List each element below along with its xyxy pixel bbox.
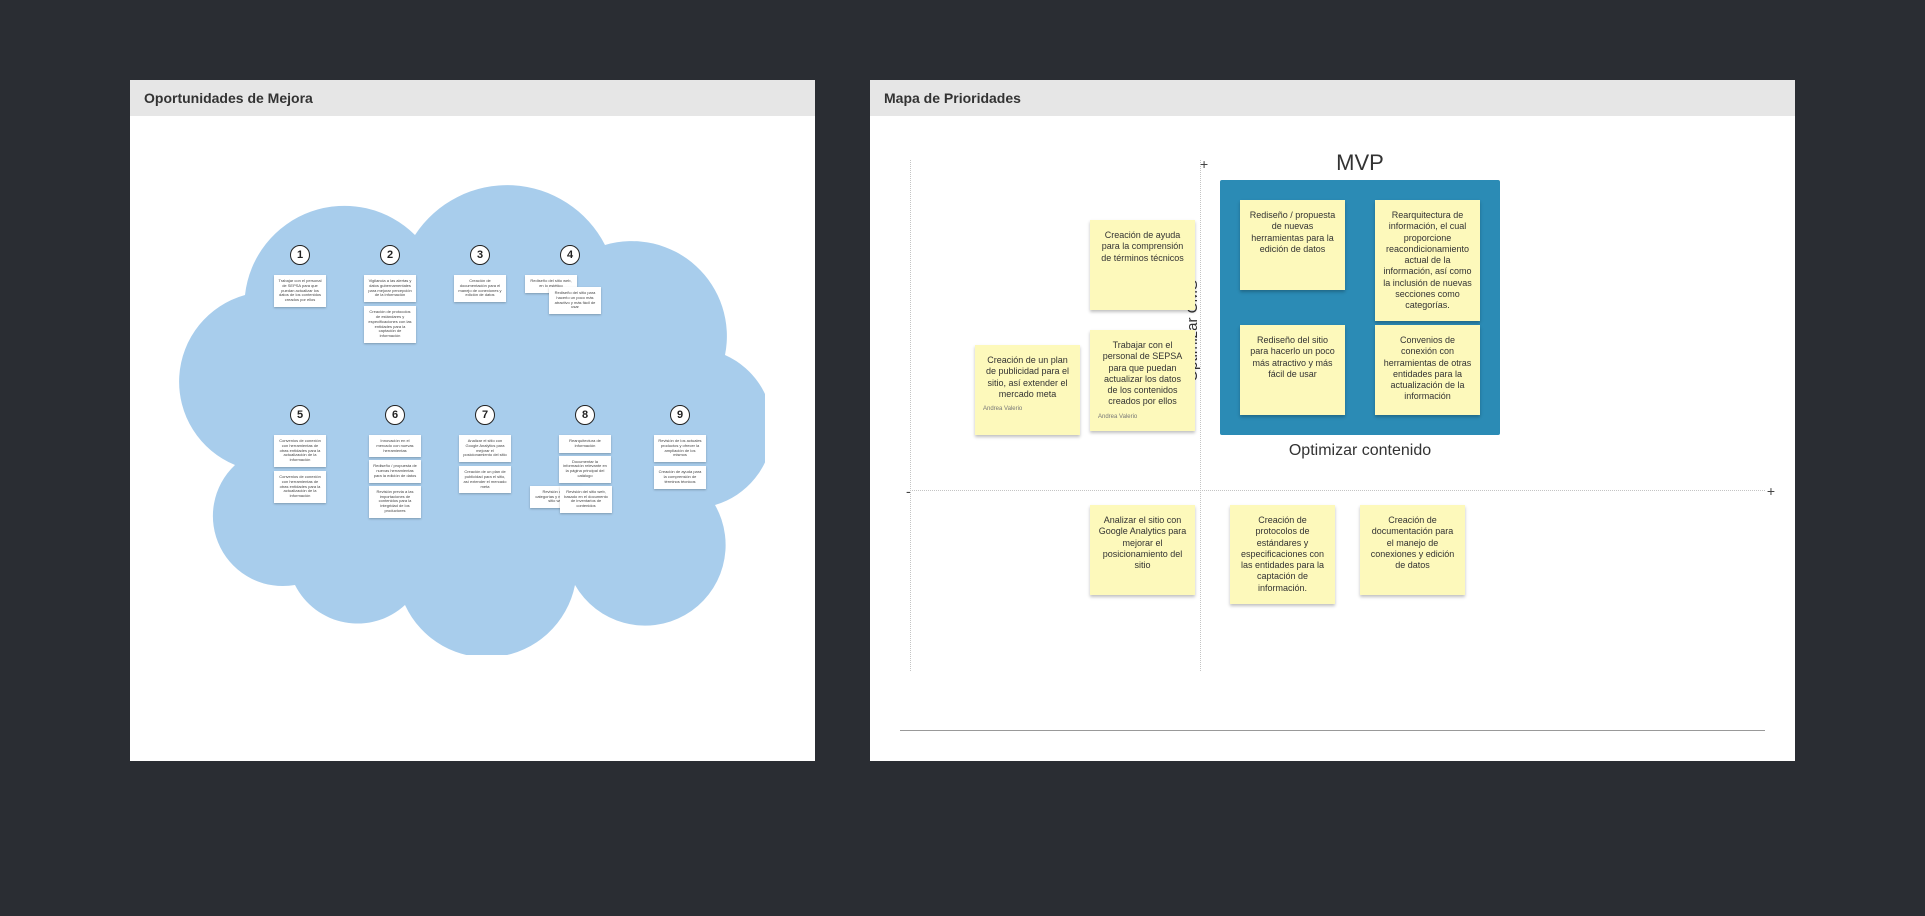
sticky-plan[interactable]: Creación de un plan de publicidad para e… xyxy=(975,345,1080,435)
group-number: 5 xyxy=(290,405,310,425)
cloud-diagram: 1 Trabajar con el personal de SEPSA para… xyxy=(175,165,765,655)
sticky-doc[interactable]: Creación de documentación para el manejo… xyxy=(1360,505,1465,595)
note-card[interactable]: Creación de un plan de publicidad para e… xyxy=(459,466,511,493)
group-9[interactable]: 9 Revisión de los actuales productos y o… xyxy=(635,405,725,489)
sticky-author: Andrea Valerio xyxy=(1098,414,1187,422)
note-card[interactable]: Trabajar con el personal de SEPSA para q… xyxy=(274,275,326,307)
panel-opportunities-title: Oportunidades de Mejora xyxy=(130,80,815,116)
note-card[interactable]: Revisión de los actuales productos y ofr… xyxy=(654,435,706,462)
note-card[interactable]: Innovación en el mercado con nuevas herr… xyxy=(369,435,421,457)
note-card[interactable]: Documentar la información relevante en l… xyxy=(559,456,611,483)
sticky-text: Rearquitectura de información, el cual p… xyxy=(1383,210,1472,311)
group-5[interactable]: 5 Convenios de conexión con herramientas… xyxy=(255,405,345,503)
group-8[interactable]: 8 Rearquitectura de información Document… xyxy=(530,405,640,532)
group-3[interactable]: 3 Creación de documentación para el mane… xyxy=(435,245,525,302)
x-axis-label: Optimizar contenido xyxy=(1230,442,1490,460)
panel-opportunities: Oportunidades de Mejora 1 Trabajar con e… xyxy=(130,80,815,761)
note-card[interactable]: Revisión del sitio web, basado en el doc… xyxy=(560,486,612,513)
sticky-analytics[interactable]: Analizar el sitio con Google Analytics p… xyxy=(1090,505,1195,595)
minus-left: - xyxy=(906,483,911,499)
group-6[interactable]: 6 Innovación en el mercado con nuevas he… xyxy=(350,405,440,518)
sticky-convenios[interactable]: Convenios de conexión con herramientas d… xyxy=(1375,325,1480,415)
note-card[interactable]: Rediseño / propuesta de nuevas herramien… xyxy=(369,460,421,482)
sticky-text: Creación de protocolos de estándares y e… xyxy=(1238,515,1327,594)
sticky-text: Convenios de conexión con herramientas d… xyxy=(1383,335,1472,403)
sticky-text: Creación de documentación para el manejo… xyxy=(1368,515,1457,571)
group-4[interactable]: 4 Rediseño del sitio web, en lo estético… xyxy=(525,245,615,321)
group-1[interactable]: 1 Trabajar con el personal de SEPSA para… xyxy=(255,245,345,307)
sticky-text: Trabajar con el personal de SEPSA para q… xyxy=(1098,340,1187,408)
panel-priority-map: Mapa de Prioridades + + - MVP Optimizar … xyxy=(870,80,1795,761)
priority-map[interactable]: + + - MVP Optimizar CMS Optimizar conten… xyxy=(900,120,1765,731)
sticky-rediseno-sitio[interactable]: Rediseño del sitio para hacerlo un poco … xyxy=(1240,325,1345,415)
sticky-text: Creación de ayuda para la comprensión de… xyxy=(1098,230,1187,264)
sticky-rediseno-tools[interactable]: Rediseño / propuesta de nuevas herramien… xyxy=(1240,200,1345,290)
note-card[interactable]: Vigilancia a las alertas y datos guberna… xyxy=(364,275,416,302)
sticky-text: Rediseño del sitio para hacerlo un poco … xyxy=(1248,335,1337,380)
note-card[interactable]: Rearquitectura de información xyxy=(559,435,611,453)
note-card[interactable]: Creación de documentación para el manejo… xyxy=(454,275,506,302)
plus-right: + xyxy=(1767,483,1775,499)
group-2[interactable]: 2 Vigilancia a las alertas y datos guber… xyxy=(345,245,435,343)
note-card[interactable]: Analizar el sitio con Google Analytics p… xyxy=(459,435,511,462)
sticky-text: Rediseño / propuesta de nuevas herramien… xyxy=(1248,210,1337,255)
note-card[interactable]: Convenios de conexión con herramientas d… xyxy=(274,435,326,467)
sticky-text: Analizar el sitio con Google Analytics p… xyxy=(1098,515,1187,571)
axis-x xyxy=(900,730,1765,731)
note-card[interactable]: Revisión previa a las importaciones de c… xyxy=(369,486,421,518)
group-number: 1 xyxy=(290,245,310,265)
group-number: 6 xyxy=(385,405,405,425)
group-number: 3 xyxy=(470,245,490,265)
sticky-ayuda[interactable]: Creación de ayuda para la comprensión de… xyxy=(1090,220,1195,310)
group-number: 9 xyxy=(670,405,690,425)
sticky-text: Creación de un plan de publicidad para e… xyxy=(983,355,1072,400)
sticky-author: Andrea Valerio xyxy=(983,406,1072,414)
sticky-protocolos[interactable]: Creación de protocolos de estándares y e… xyxy=(1230,505,1335,604)
plus-top: + xyxy=(1200,156,1208,172)
note-card[interactable]: Creación de protocolos de estándares y e… xyxy=(364,306,416,343)
group-number: 8 xyxy=(575,405,595,425)
sticky-rearq[interactable]: Rearquitectura de información, el cual p… xyxy=(1375,200,1480,321)
axis-y-mid xyxy=(1200,160,1201,671)
panel-priority-title: Mapa de Prioridades xyxy=(870,80,1795,116)
group-number: 2 xyxy=(380,245,400,265)
note-card[interactable]: Rediseño del sitio para hacerlo un poco … xyxy=(549,287,601,314)
group-number: 4 xyxy=(560,245,580,265)
note-card[interactable]: Creación de ayuda para la comprensión de… xyxy=(654,466,706,488)
canvas[interactable]: Oportunidades de Mejora 1 Trabajar con e… xyxy=(0,0,1925,916)
group-7[interactable]: 7 Analizar el sitio con Google Analytics… xyxy=(440,405,530,493)
group-number: 7 xyxy=(475,405,495,425)
sticky-sepsa[interactable]: Trabajar con el personal de SEPSA para q… xyxy=(1090,330,1195,431)
axis-y xyxy=(910,160,911,671)
mvp-title: MVP xyxy=(1220,150,1500,176)
axis-x-mid xyxy=(910,490,1765,491)
note-card[interactable]: Convenios de conexión con herramientas d… xyxy=(274,471,326,503)
